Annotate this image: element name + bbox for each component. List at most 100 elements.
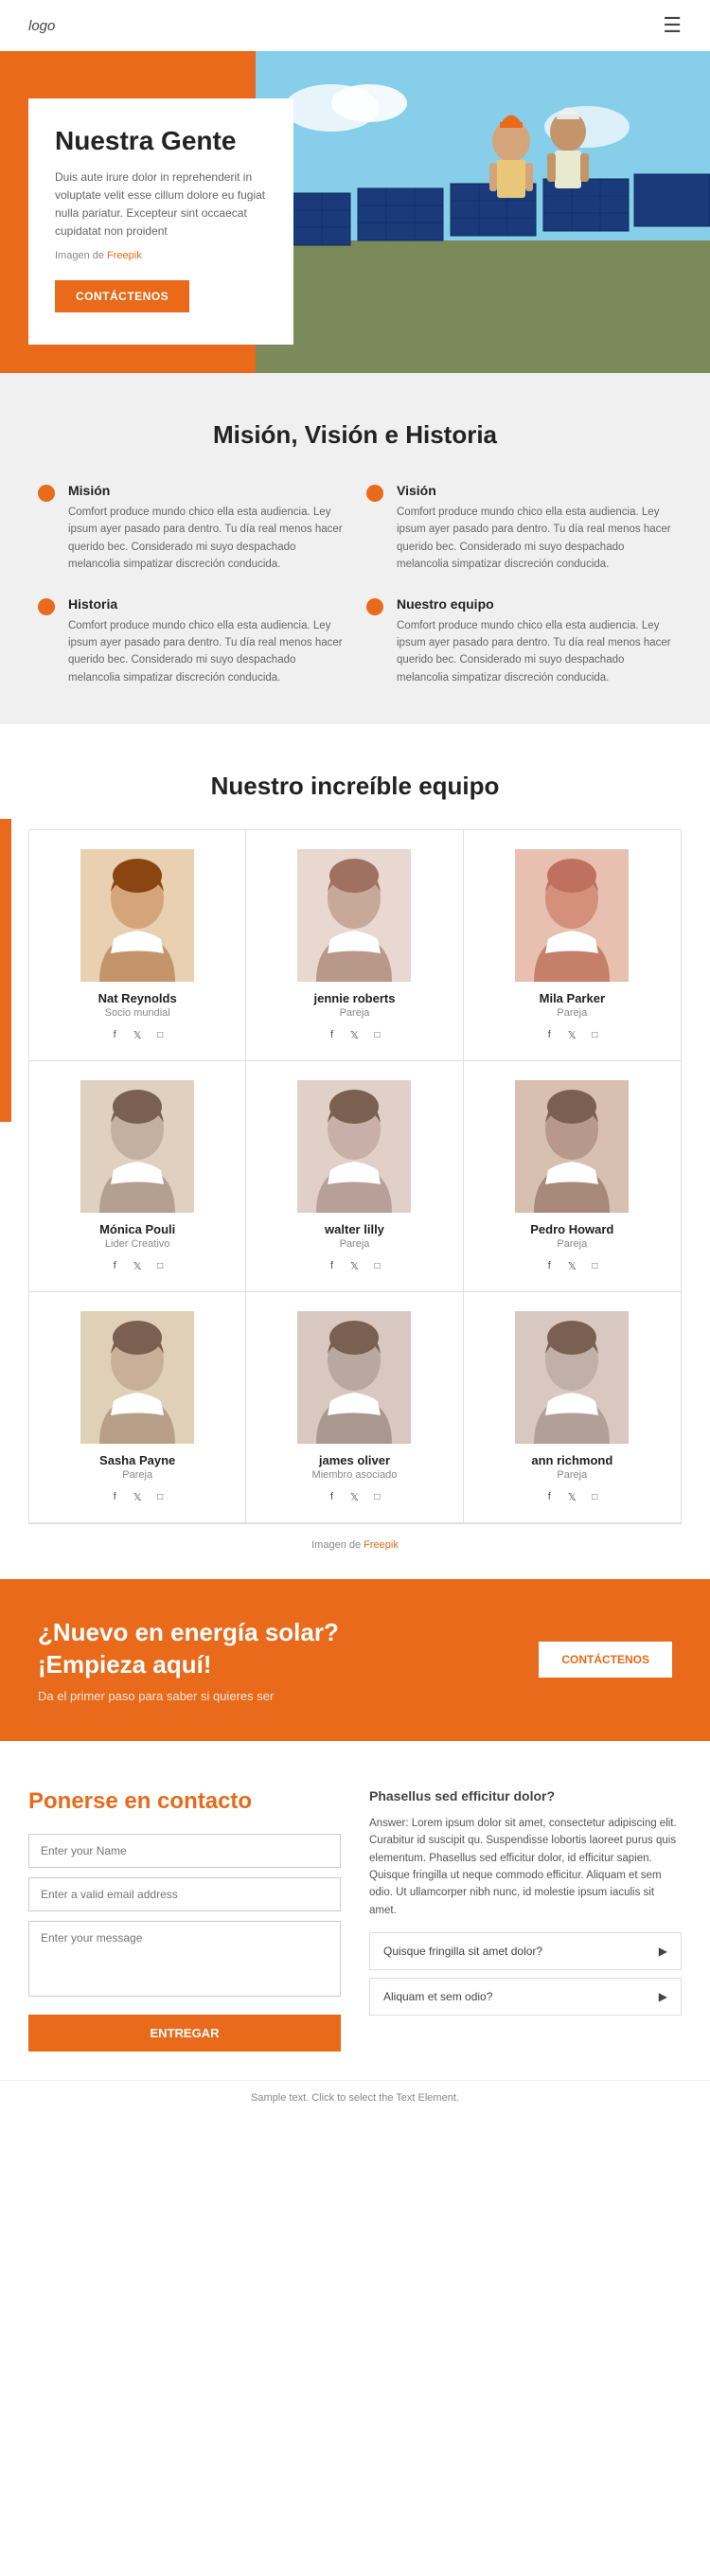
mission-item-text-3: Comfort produce mundo chico ella esta au…	[397, 617, 672, 687]
logo: logo	[28, 18, 55, 34]
facebook-icon-5[interactable]: f	[541, 1257, 558, 1274]
facebook-icon-3[interactable]: f	[106, 1257, 123, 1274]
team-freepik-link[interactable]: Freepik	[364, 1539, 399, 1551]
instagram-icon-1[interactable]: □	[368, 1026, 385, 1043]
contact-faq-side: Phasellus sed efficitur dolor? Answer: L…	[369, 1788, 682, 2052]
contact-section: Ponerse en contacto ENTREGAR Phasellus s…	[0, 1741, 710, 2080]
mission-content-3: Nuestro equipo Comfort produce mundo chi…	[397, 596, 672, 687]
mission-content-0: Misión Comfort produce mundo chico ella …	[68, 483, 344, 574]
contact-form-side: Ponerse en contacto ENTREGAR	[28, 1788, 341, 2052]
hero-section: Nuestra Gente Duis aute irure dolor in r…	[0, 51, 710, 373]
twitter-icon-6[interactable]: 𝕏	[129, 1488, 146, 1505]
facebook-icon-6[interactable]: f	[106, 1488, 123, 1505]
instagram-icon-5[interactable]: □	[586, 1257, 603, 1274]
twitter-icon-0[interactable]: 𝕏	[129, 1026, 146, 1043]
team-photo-6	[80, 1311, 194, 1444]
team-member-1: jennie roberts Pareja f 𝕏 □	[246, 830, 463, 1061]
team-photo-0	[80, 849, 194, 982]
image-credit: Imagen de Freepik	[55, 248, 267, 265]
mission-item-0: Misión Comfort produce mundo chico ella …	[38, 483, 344, 574]
faq-item-2[interactable]: Aliquam et sem odio? ▶	[369, 1978, 682, 2016]
mission-item-1: Visión Comfort produce mundo chico ella …	[366, 483, 672, 574]
footer-text: Sample text. Click to select the Text El…	[251, 2092, 459, 2104]
team-photo-2	[515, 849, 629, 982]
faq-arrow-1: ▶	[659, 1945, 667, 1958]
message-input[interactable]	[28, 1921, 341, 1997]
team-social-0: f 𝕏 □	[44, 1026, 230, 1043]
team-photo-1	[297, 849, 411, 982]
team-member-role-0: Socio mundial	[44, 1007, 230, 1019]
footer: Sample text. Click to select the Text El…	[0, 2080, 710, 2115]
faq-item-1[interactable]: Quisque fringilla sit amet dolor? ▶	[369, 1932, 682, 1970]
twitter-icon-4[interactable]: 𝕏	[346, 1257, 363, 1274]
twitter-icon-8[interactable]: 𝕏	[563, 1488, 580, 1505]
team-member-name-0: Nat Reynolds	[44, 991, 230, 1005]
team-social-6: f 𝕏 □	[44, 1488, 230, 1505]
submit-button[interactable]: ENTREGAR	[28, 2015, 341, 2052]
instagram-icon-6[interactable]: □	[151, 1488, 169, 1505]
team-member-role-5: Pareja	[479, 1238, 666, 1250]
mission-item-2: Historia Comfort produce mundo chico ell…	[38, 596, 344, 687]
facebook-icon-4[interactable]: f	[323, 1257, 340, 1274]
facebook-icon-2[interactable]: f	[541, 1026, 558, 1043]
faq-question-1: Quisque fringilla sit amet dolor?	[383, 1945, 542, 1958]
hero-cta-button[interactable]: CONTÁCTENOS	[55, 280, 189, 312]
instagram-icon-3[interactable]: □	[151, 1257, 169, 1274]
faq-answer: Answer: Lorem ipsum dolor sit amet, cons…	[369, 1815, 682, 1919]
mission-item-3: Nuestro equipo Comfort produce mundo chi…	[366, 596, 672, 687]
team-title: Nuestro increíble equipo	[28, 772, 682, 801]
menu-icon[interactable]: ☰	[663, 13, 682, 38]
team-member-name-5: Pedro Howard	[479, 1222, 666, 1236]
contact-form: ENTREGAR	[28, 1834, 341, 2052]
team-member-4: walter lilly Pareja f 𝕏 □	[246, 1061, 463, 1292]
team-social-2: f 𝕏 □	[479, 1026, 666, 1043]
hero-image	[256, 51, 710, 373]
team-member-3: Mónica Pouli Lider Creativo f 𝕏 □	[29, 1061, 246, 1292]
team-member-role-6: Pareja	[44, 1469, 230, 1481]
team-member-role-8: Pareja	[479, 1469, 666, 1481]
twitter-icon-3[interactable]: 𝕏	[129, 1257, 146, 1274]
team-member-role-3: Lider Creativo	[44, 1238, 230, 1250]
team-member-2: Mila Parker Pareja f 𝕏 □	[464, 830, 681, 1061]
team-photo-3	[80, 1080, 194, 1213]
twitter-icon-7[interactable]: 𝕏	[346, 1488, 363, 1505]
instagram-icon-4[interactable]: □	[368, 1257, 385, 1274]
name-input[interactable]	[28, 1834, 341, 1868]
cta-subtitle: Da el primer paso para saber si quieres …	[38, 1689, 339, 1703]
team-social-5: f 𝕏 □	[479, 1257, 666, 1274]
team-social-1: f 𝕏 □	[261, 1026, 447, 1043]
twitter-icon-5[interactable]: 𝕏	[563, 1257, 580, 1274]
instagram-icon-0[interactable]: □	[151, 1026, 169, 1043]
mission-grid: Misión Comfort produce mundo chico ella …	[38, 483, 672, 686]
instagram-icon-7[interactable]: □	[368, 1488, 385, 1505]
hero-description: Duis aute irure dolor in reprehenderit i…	[55, 169, 267, 241]
navbar: logo ☰	[0, 0, 710, 51]
team-photo-8	[515, 1311, 629, 1444]
twitter-icon-2[interactable]: 𝕏	[563, 1026, 580, 1043]
facebook-icon-8[interactable]: f	[541, 1488, 558, 1505]
email-input[interactable]	[28, 1877, 341, 1911]
mission-item-title-3: Nuestro equipo	[397, 596, 672, 612]
team-social-8: f 𝕏 □	[479, 1488, 666, 1505]
twitter-icon-1[interactable]: 𝕏	[346, 1026, 363, 1043]
team-photo-7	[297, 1311, 411, 1444]
freepik-link[interactable]: Freepik	[107, 250, 142, 261]
team-member-name-8: ann richmond	[479, 1453, 666, 1467]
cta-button[interactable]: CONTÁCTENOS	[539, 1642, 672, 1678]
mission-dot-0	[38, 485, 55, 502]
instagram-icon-2[interactable]: □	[586, 1026, 603, 1043]
facebook-icon-7[interactable]: f	[323, 1488, 340, 1505]
facebook-icon-0[interactable]: f	[106, 1026, 123, 1043]
mission-dot-3	[366, 598, 383, 615]
contact-title: Ponerse en contacto	[28, 1788, 341, 1815]
team-member-0: Nat Reynolds Socio mundial f 𝕏 □	[29, 830, 246, 1061]
orange-accent-bar	[0, 819, 11, 1122]
facebook-icon-1[interactable]: f	[323, 1026, 340, 1043]
hero-title: Nuestra Gente	[55, 125, 267, 157]
cta-section: ¿Nuevo en energía solar? ¡Empieza aquí! …	[0, 1579, 710, 1741]
team-member-name-3: Mónica Pouli	[44, 1222, 230, 1236]
instagram-icon-8[interactable]: □	[586, 1488, 603, 1505]
mission-item-text-2: Comfort produce mundo chico ella esta au…	[68, 617, 344, 687]
team-social-4: f 𝕏 □	[261, 1257, 447, 1274]
team-member-role-7: Miembro asociado	[261, 1469, 447, 1481]
